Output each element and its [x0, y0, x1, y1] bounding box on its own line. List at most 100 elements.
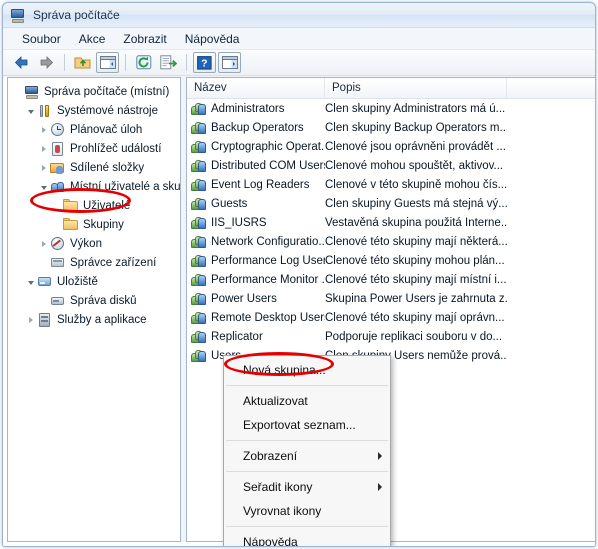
- table-row[interactable]: Performance Log Users Členové této skupin…: [187, 251, 595, 270]
- console-tree-icon: [99, 56, 116, 69]
- table-row[interactable]: Guests Člen skupiny Guests má stejná vý..…: [187, 194, 595, 213]
- table-row[interactable]: Remote Desktop Users Členové této skupiny…: [187, 308, 595, 327]
- up-folder-button[interactable]: [71, 52, 94, 73]
- submenu-arrow-icon: [378, 483, 382, 491]
- cell-nazev: Guests: [187, 196, 325, 212]
- computer-icon: [24, 84, 40, 100]
- tree-item-label: Správce zařízení: [70, 256, 157, 269]
- disk-management-icon: [50, 293, 66, 309]
- column-header-nazev[interactable]: Název: [187, 78, 325, 98]
- tree-item-spr-va-disk[interactable]: Správa disků: [8, 291, 180, 310]
- event-viewer-icon: [50, 141, 66, 157]
- submenu-arrow-icon: [378, 452, 382, 460]
- tree-item-pl-nova-loh[interactable]: Plánovač úloh: [8, 120, 180, 139]
- cell-nazev: Network Configuratio...: [187, 234, 325, 250]
- tree-twisty-collapsed-icon[interactable]: [38, 120, 50, 139]
- ctx-aktualizovat[interactable]: Aktualizovat: [224, 389, 390, 413]
- tree-twisty-collapsed-icon[interactable]: [38, 158, 50, 177]
- tree-item-v-kon[interactable]: Výkon: [8, 234, 180, 253]
- forward-button[interactable]: [35, 52, 58, 73]
- group-name-label: Power Users: [211, 292, 277, 305]
- tree-item-syst-mov-n-stroje[interactable]: Systémové nástroje: [8, 101, 180, 120]
- tree-item-label: Skupiny: [83, 218, 124, 231]
- refresh-button[interactable]: [132, 52, 155, 73]
- tree-item-lo-i-t[interactable]: Úložiště: [8, 272, 180, 291]
- menu-zobrazit[interactable]: Zobrazit: [114, 30, 175, 48]
- shared-folders-icon: [50, 160, 66, 176]
- table-row[interactable]: IIS_IUSRS Vestavěná skupina použitá Inter…: [187, 213, 595, 232]
- tree-twisty-collapsed-icon[interactable]: [25, 310, 37, 329]
- tree-twisty-expanded-icon[interactable]: [38, 177, 50, 196]
- ctx-seradit-ikony[interactable]: Seřadit ikony: [224, 475, 390, 499]
- tree-item-prohl-e-ud-lost[interactable]: Prohlížeč událostí: [8, 139, 180, 158]
- group-name-label: Event Log Readers: [211, 178, 310, 191]
- table-row[interactable]: Network Configuratio... Členové této skup…: [187, 232, 595, 251]
- back-button[interactable]: [10, 52, 33, 73]
- table-row[interactable]: Power Users Skupina Power Users je zahrnu…: [187, 289, 595, 308]
- cell-popis: Členové této skupiny mají oprávn...: [325, 311, 505, 324]
- window-title: Správa počítače: [33, 8, 120, 22]
- ctx-napoveda[interactable]: Nápověda: [224, 530, 390, 546]
- group-name-label: Cryptographic Operat...: [211, 140, 325, 153]
- ctx-zobrazeni[interactable]: Zobrazení: [224, 444, 390, 468]
- table-row[interactable]: Event Log Readers Členové v této skupině …: [187, 175, 595, 194]
- group-icon: [191, 120, 207, 136]
- tree-item-label: Úložiště: [57, 275, 98, 288]
- help-button[interactable]: ?: [193, 52, 216, 73]
- local-users-groups-icon: [50, 179, 66, 195]
- table-row[interactable]: Administrators Člen skupiny Administrator…: [187, 99, 595, 118]
- context-menu-separator: [226, 526, 388, 527]
- group-icon: [191, 101, 207, 117]
- group-icon: [191, 158, 207, 174]
- column-header-extra[interactable]: [507, 78, 595, 98]
- ctx-nova-skupina[interactable]: Nová skupina...: [224, 358, 390, 382]
- export-list-button[interactable]: [157, 52, 180, 73]
- group-name-label: IIS_IUSRS: [211, 216, 267, 229]
- tree-item-spr-va-po-ta-e-m-stn[interactable]: Správa počítače (místní): [8, 82, 180, 101]
- group-icon: [191, 196, 207, 212]
- tree-item-spr-vce-za-zen[interactable]: Správce zařízení: [8, 253, 180, 272]
- table-row[interactable]: Performance Monitor ... Členové této skup…: [187, 270, 595, 289]
- console-tree-pane: Správa počítače (místní) Systémové nástro…: [7, 77, 181, 542]
- cell-popis: Vestavěná skupina použitá Interne...: [325, 216, 507, 229]
- table-row[interactable]: Distributed COM Users Členové mohou spouš…: [187, 156, 595, 175]
- table-row[interactable]: Backup Operators Člen skupiny Backup Oper…: [187, 118, 595, 137]
- table-row[interactable]: Cryptographic Operat... Členové jsou oprá…: [187, 137, 595, 156]
- table-row[interactable]: Replicator Podporuje replikaci souboru v …: [187, 327, 595, 346]
- ctx-exportovat-seznam[interactable]: Exportovat seznam...: [224, 413, 390, 437]
- tree-twisty-collapsed-icon[interactable]: [38, 139, 50, 158]
- tree-item-slu-by-a-aplikace[interactable]: Služby a aplikace: [8, 310, 180, 329]
- task-scheduler-clock-icon: [50, 122, 66, 138]
- system-tools-icon: [37, 103, 53, 119]
- performance-icon: [50, 236, 66, 252]
- tree-item-skupiny[interactable]: Skupiny: [8, 215, 180, 234]
- show-hide-tree-button[interactable]: [96, 52, 119, 73]
- group-name-label: Distributed COM Users: [211, 159, 325, 172]
- cell-nazev: Power Users: [187, 291, 325, 307]
- folder-up-icon: [74, 57, 91, 69]
- cell-popis: Podporuje replikaci souboru v do...: [325, 330, 503, 343]
- cell-popis: Člen skupiny Administrators má ú...: [325, 102, 506, 115]
- tree-item-m-stn-u-ivatel-a-skupiny[interactable]: Místní uživatelé a skupiny: [8, 177, 180, 196]
- column-header-popis[interactable]: Popis: [325, 78, 507, 98]
- cell-popis: Členové jsou oprávněni provádět ...: [325, 140, 506, 153]
- menu-soubor[interactable]: Soubor: [13, 30, 70, 48]
- tree-item-label: Správa disků: [70, 294, 137, 307]
- menu-akce[interactable]: Akce: [70, 30, 115, 48]
- tree-item-u-ivatel[interactable]: Uživatelé: [8, 196, 180, 215]
- refresh-icon: [135, 55, 151, 70]
- show-action-pane-button[interactable]: [218, 52, 241, 73]
- menu-napoveda[interactable]: Nápověda: [176, 30, 249, 48]
- group-icon: [191, 329, 207, 345]
- tree-item-label: Prohlížeč událostí: [70, 142, 162, 155]
- tree-twisty-expanded-icon[interactable]: [25, 272, 37, 291]
- ctx-vyrovnat-ikony[interactable]: Vyrovnat ikony: [224, 499, 390, 523]
- tree-item-sd-len-slo-ky[interactable]: Sdílené složky: [8, 158, 180, 177]
- svg-text:?: ?: [201, 57, 207, 69]
- tree-twisty-expanded-icon[interactable]: [25, 101, 37, 120]
- tree-twisty-collapsed-icon[interactable]: [38, 234, 50, 253]
- cell-nazev: Cryptographic Operat...: [187, 139, 325, 155]
